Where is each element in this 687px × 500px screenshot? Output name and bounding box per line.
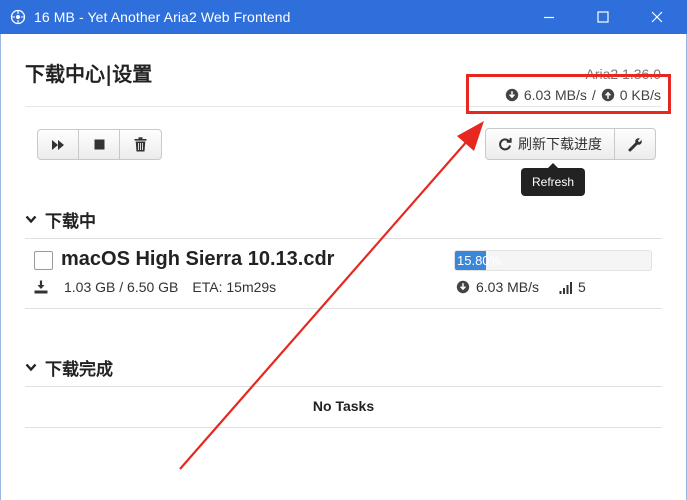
chevron-down-icon (25, 363, 37, 372)
refresh-tooltip: Refresh (521, 163, 585, 196)
task-connections-value: 5 (578, 279, 586, 295)
task-speed: 6.03 MB/s (456, 279, 539, 295)
empty-state-message: No Tasks (312, 398, 375, 414)
minimize-icon (544, 16, 554, 19)
refresh-button[interactable]: 刷新下载进度 (486, 129, 615, 159)
refresh-button-label: 刷新下载进度 (518, 137, 602, 153)
task-action-group (37, 129, 162, 160)
completed-bottom-divider (25, 427, 662, 428)
completed-heading: 下载完成 (45, 360, 113, 380)
task-progress-label: 15.80% (457, 253, 502, 268)
stop-all-button[interactable] (79, 130, 120, 159)
window-title: 16 MB - Yet Another Aria2 Web Frontend (34, 9, 291, 25)
page-title[interactable]: 下载中心|设置 (25, 58, 152, 87)
task-name[interactable]: macOS High Sierra 10.13.cdr (61, 248, 334, 271)
window-frame-left (0, 34, 1, 500)
close-icon (651, 11, 663, 23)
task-eta: ETA: 15m29s (192, 279, 277, 295)
task-divider (25, 308, 662, 309)
download-icon (34, 280, 48, 294)
task-size: 1.03 GB / 6.50 GB (64, 279, 179, 295)
completed-section-toggle[interactable]: 下载完成 (25, 355, 113, 380)
close-button[interactable] (634, 0, 680, 34)
downloading-section-toggle[interactable]: 下载中 (25, 207, 96, 232)
downloading-heading: 下载中 (45, 212, 96, 232)
maximize-button[interactable] (580, 0, 626, 34)
window-titlebar[interactable]: 16 MB - Yet Another Aria2 Web Frontend (0, 0, 687, 34)
stop-icon (94, 139, 104, 150)
start-all-button[interactable] (38, 130, 79, 159)
wrench-icon (628, 136, 643, 151)
trash-icon (134, 137, 147, 152)
downloading-divider (25, 238, 662, 239)
refresh-group: 刷新下载进度 (485, 128, 656, 160)
annotation-highlight-box (466, 74, 671, 114)
chevron-down-icon (25, 215, 37, 224)
minimize-button[interactable] (526, 0, 572, 34)
aria2-logo-icon (10, 9, 26, 25)
task-checkbox[interactable] (34, 251, 53, 270)
remove-button[interactable] (120, 130, 161, 159)
task-connections: 5 (559, 279, 586, 295)
maximize-icon (597, 11, 609, 23)
task-meta: 1.03 GB / 6.50 GB ETA: 15m29s (34, 279, 276, 295)
download-speed-icon (456, 280, 470, 294)
task-progress-bar: 15.80% (454, 250, 652, 271)
fast-forward-icon (52, 139, 64, 150)
task-speed-value: 6.03 MB/s (476, 279, 540, 295)
refresh-icon (499, 138, 512, 151)
signal-icon (559, 281, 572, 294)
completed-divider (25, 386, 662, 387)
settings-button[interactable] (615, 129, 655, 159)
